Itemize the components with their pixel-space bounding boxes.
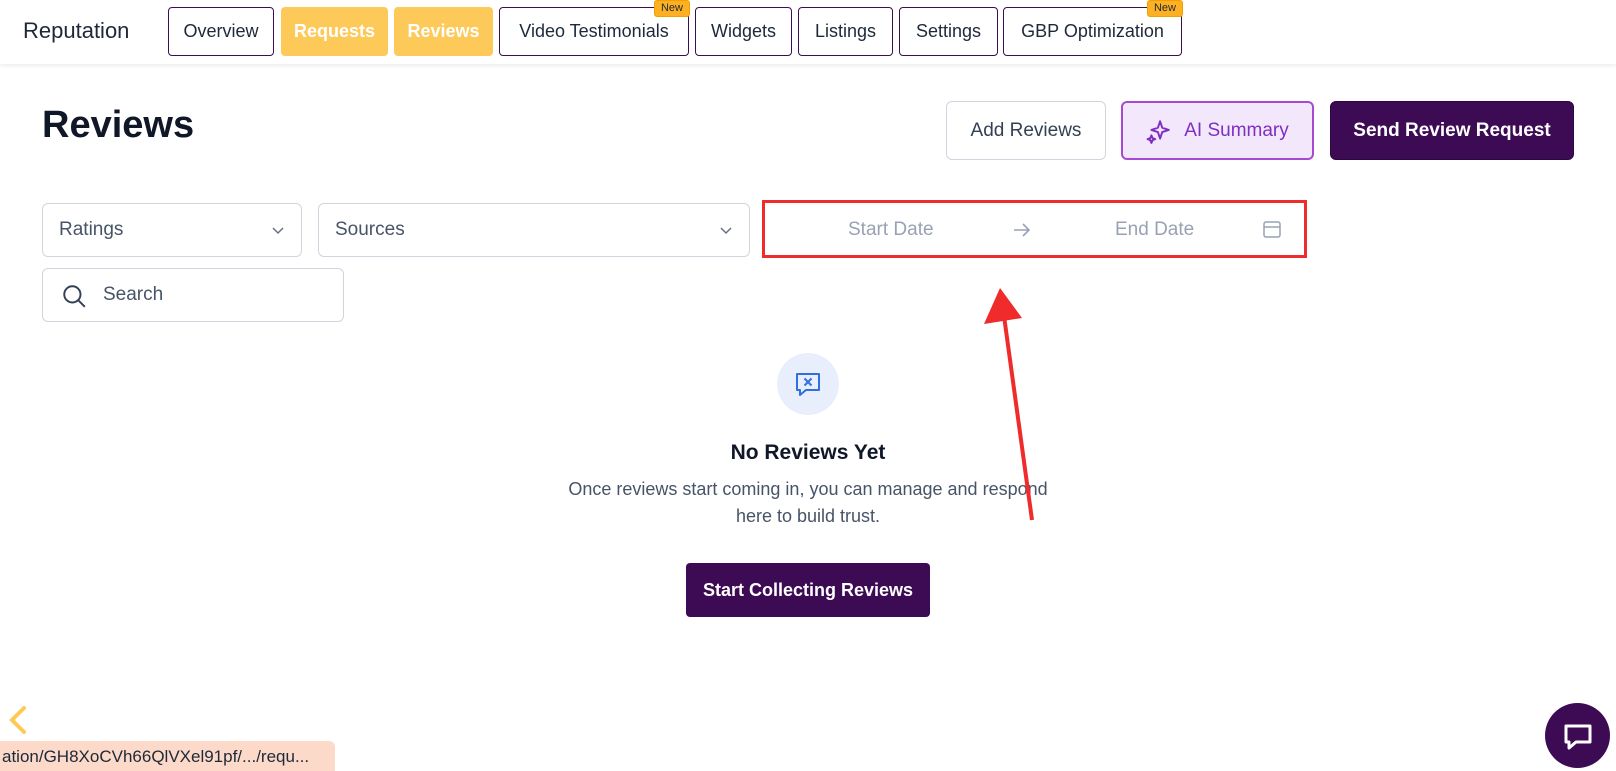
annotation-arrow <box>984 288 1034 521</box>
chat-x-icon <box>796 373 820 396</box>
empty-state-title: No Reviews Yet <box>730 441 886 464</box>
add-reviews-button[interactable]: Add Reviews <box>946 101 1106 160</box>
ratings-select[interactable]: Ratings <box>42 203 302 257</box>
chat-bubble-icon <box>1564 724 1591 749</box>
tab-label: Requests <box>293 21 376 41</box>
status-url: ation/GH8XoCVh66QlVXel91pf/.../requ... <box>0 741 335 771</box>
tab-listings[interactable]: Listings <box>798 7 893 56</box>
tab-label: Listings <box>814 21 877 41</box>
arrow-right-icon <box>1014 223 1031 237</box>
send-review-request-button[interactable]: Send Review Request <box>1330 101 1574 160</box>
tab-label: Video Testimonials <box>519 21 669 41</box>
tab-label: GBP Optimization <box>1021 21 1164 41</box>
new-badge: New <box>653 0 690 17</box>
sparkle-icon <box>1146 119 1170 144</box>
tab-widgets[interactable]: Widgets <box>695 7 792 56</box>
top-navigation: Reputation Overview Requests Reviews Vid… <box>0 0 1616 64</box>
page-title: Reviews <box>42 104 195 146</box>
start-collecting-reviews-button[interactable]: Start Collecting Reviews <box>686 563 930 617</box>
start-date-input[interactable]: Start Date <box>848 219 934 241</box>
tab-label: Overview <box>183 21 259 41</box>
calendar-icon[interactable] <box>1262 219 1282 239</box>
ratings-select-value: Ratings <box>59 219 124 240</box>
search-input[interactable] <box>103 269 333 321</box>
chevron-down-icon <box>272 227 284 235</box>
tab-requests[interactable]: Requests <box>281 7 388 56</box>
sources-select-value: Sources <box>335 219 405 240</box>
date-range-picker[interactable]: Start Date End Date <box>762 200 1307 258</box>
ai-summary-label: AI Summary <box>1184 119 1289 141</box>
empty-state-icon-wrap <box>777 353 839 415</box>
app-title: Reputation <box>23 18 130 43</box>
sources-select[interactable]: Sources <box>318 203 750 257</box>
tab-settings[interactable]: Settings <box>899 7 998 56</box>
chevron-left-icon[interactable] <box>6 705 30 735</box>
tab-video-testimonials[interactable]: Video Testimonials New <box>499 0 690 56</box>
tab-reviews[interactable]: Reviews <box>394 7 493 56</box>
ai-summary-button[interactable]: AI Summary <box>1121 101 1314 160</box>
search-box <box>42 268 344 322</box>
new-badge: New <box>1146 0 1183 17</box>
tab-label: Widgets <box>710 21 777 41</box>
chevron-down-icon <box>720 227 732 235</box>
tab-label: Settings <box>915 21 982 41</box>
tab-gbp-optimization[interactable]: GBP Optimization New <box>1003 0 1183 56</box>
tab-label: Reviews <box>407 21 480 41</box>
search-icon <box>63 285 86 308</box>
end-date-input[interactable]: End Date <box>1115 219 1194 241</box>
chat-launcher-button[interactable] <box>1545 703 1610 768</box>
tab-overview[interactable]: Overview <box>168 7 274 56</box>
